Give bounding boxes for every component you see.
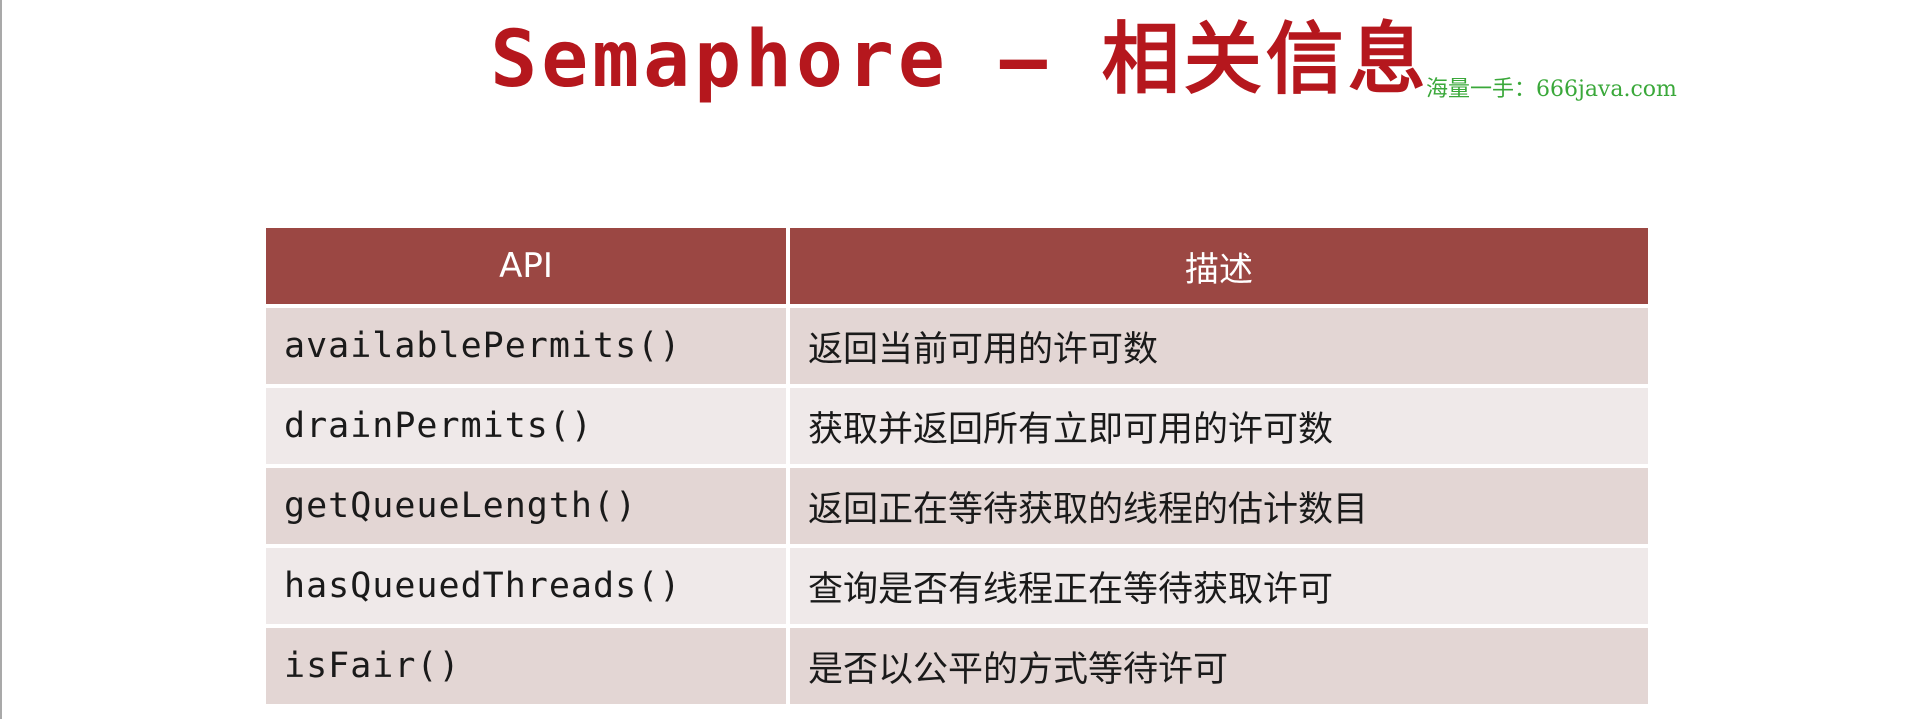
description-cell: 是否以公平的方式等待许可 [790, 628, 1648, 704]
description-cell: 查询是否有线程正在等待获取许可 [790, 548, 1648, 624]
api-name-cell: drainPermits() [266, 388, 786, 464]
table-row: isFair() 是否以公平的方式等待许可 [266, 628, 1648, 704]
description-cell: 返回正在等待获取的线程的估计数目 [790, 468, 1648, 544]
watermark-text: 海量一手：666java.com [1426, 77, 1677, 102]
api-name-cell: isFair() [266, 628, 786, 704]
api-name-cell: getQueueLength() [266, 468, 786, 544]
table-row: getQueueLength() 返回正在等待获取的线程的估计数目 [266, 468, 1648, 544]
header-api: API [266, 228, 786, 304]
api-name-cell: availablePermits() [266, 308, 786, 384]
table-row: hasQueuedThreads() 查询是否有线程正在等待获取许可 [266, 548, 1648, 624]
description-cell: 获取并返回所有立即可用的许可数 [790, 388, 1648, 464]
api-table: API 描述 availablePermits() 返回当前可用的许可数 dra… [262, 224, 1652, 708]
api-name-cell: hasQueuedThreads() [266, 548, 786, 624]
description-cell: 返回当前可用的许可数 [790, 308, 1648, 384]
header-description: 描述 [790, 228, 1648, 304]
table-header-row: API 描述 [266, 228, 1648, 304]
table-row: drainPermits() 获取并返回所有立即可用的许可数 [266, 388, 1648, 464]
table-row: availablePermits() 返回当前可用的许可数 [266, 308, 1648, 384]
